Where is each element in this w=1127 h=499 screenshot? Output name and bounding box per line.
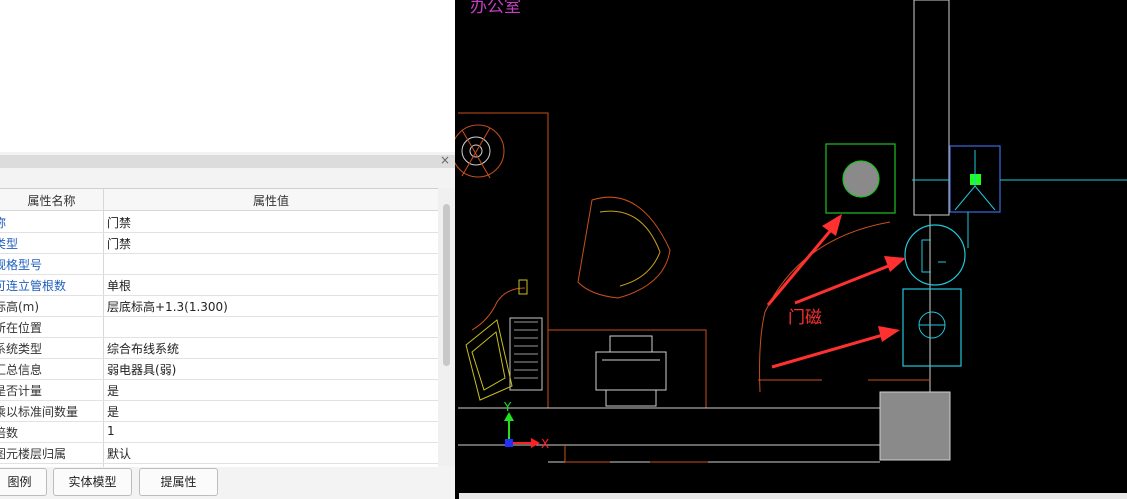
cad-viewport[interactable]: 办公室 门磁 X Y: [455, 0, 1127, 499]
property-row[interactable]: 是否计量 是: [0, 379, 438, 401]
property-row[interactable]: 倍数 1: [0, 421, 438, 443]
cad-drawing: 办公室 门磁 X Y: [455, 0, 1127, 463]
property-name: 类型: [0, 237, 19, 251]
device-card-reader[interactable]: [825, 143, 896, 214]
status-bar-strip: [459, 493, 1127, 499]
property-name: 乘以标准间数量: [0, 405, 79, 419]
annotation-arrows: [766, 214, 906, 369]
printer-symbol: [595, 335, 667, 407]
device-junction[interactable]: [912, 145, 1127, 248]
property-value[interactable]: 综合布线系统: [107, 340, 179, 357]
property-row[interactable]: 乘以标准间数量 是: [0, 400, 438, 422]
property-value[interactable]: 是: [107, 403, 119, 420]
scrollbar-thumb[interactable]: [443, 204, 450, 366]
chair-symbol: [577, 196, 671, 299]
device-door-controller[interactable]: [904, 224, 966, 286]
property-name: 规格型号: [0, 258, 43, 272]
property-value[interactable]: 单根: [107, 277, 131, 294]
panel-toolbar: [0, 168, 455, 188]
grid-scrollbar[interactable]: [438, 188, 455, 466]
room-label: 办公室: [470, 0, 521, 17]
property-name: 系统类型: [0, 342, 43, 356]
plant-symbol: [455, 124, 505, 179]
property-grid: 属性名称 属性值 称门禁 类型 门禁 规格型号 可连立管根数 单根 标高(m) 层底标…: [0, 188, 438, 467]
properties-panel: × 属性名称 属性值 称门禁 类型 门禁 规格型号 可连立管根数 单根 标高(m) 层…: [0, 152, 455, 499]
property-name: 倍数: [0, 426, 19, 440]
property-name: 所在位置: [0, 321, 43, 335]
property-row[interactable]: 可连立管根数 单根: [0, 274, 438, 296]
property-name: 标高(m): [0, 300, 40, 314]
panel-titlebar: ×: [0, 153, 455, 168]
property-name: 称: [0, 216, 7, 230]
property-row[interactable]: 所在位置: [0, 316, 438, 338]
column-header-name: 属性名称: [27, 194, 76, 208]
property-row[interactable]: 规格型号: [0, 253, 438, 275]
property-name: 是否计量: [0, 384, 43, 398]
property-value[interactable]: 层底标高+1.3(1.300): [107, 298, 228, 315]
column-header-value: 属性值: [252, 194, 289, 208]
door-magnet-label: 门磁: [788, 308, 822, 328]
cabinet-outline: [548, 329, 707, 408]
property-value[interactable]: 是: [107, 382, 119, 399]
property-name: 汇总信息: [0, 363, 43, 377]
close-icon[interactable]: ×: [440, 153, 450, 167]
property-value[interactable]: 门禁: [107, 214, 131, 231]
device-door-magnet[interactable]: [902, 288, 962, 367]
keyboard-symbol: [465, 279, 543, 401]
property-value[interactable]: 默认: [107, 445, 131, 462]
grid-header: 属性名称 属性值: [0, 189, 438, 211]
property-value[interactable]: 弱电器具(弱): [107, 361, 176, 378]
property-name: 可连立管根数: [0, 279, 67, 293]
x-axis-label: X: [541, 437, 549, 451]
property-row[interactable]: 系统类型 综合布线系统: [0, 337, 438, 359]
property-name: 图元楼层归属: [0, 447, 67, 461]
panel-top-area: [0, 0, 455, 152]
property-row[interactable]: 汇总信息 弱电器具(弱): [0, 358, 438, 380]
legend-button[interactable]: 图例: [0, 468, 47, 496]
property-row[interactable]: 图元楼层归属 默认: [0, 442, 438, 464]
property-value[interactable]: 1: [107, 424, 115, 438]
property-row[interactable]: 标高(m) 层底标高+1.3(1.300): [0, 295, 438, 317]
extract-properties-button[interactable]: 提属性: [139, 468, 218, 496]
property-value[interactable]: 门禁: [107, 235, 131, 252]
door-swing: [564, 221, 930, 463]
solid-model-button[interactable]: 实体模型: [53, 468, 132, 496]
property-row[interactable]: 称 门禁: [0, 211, 438, 233]
y-axis-label: Y: [503, 400, 512, 414]
walls: [458, 0, 951, 463]
property-row[interactable]: 类型 门禁: [0, 232, 438, 254]
